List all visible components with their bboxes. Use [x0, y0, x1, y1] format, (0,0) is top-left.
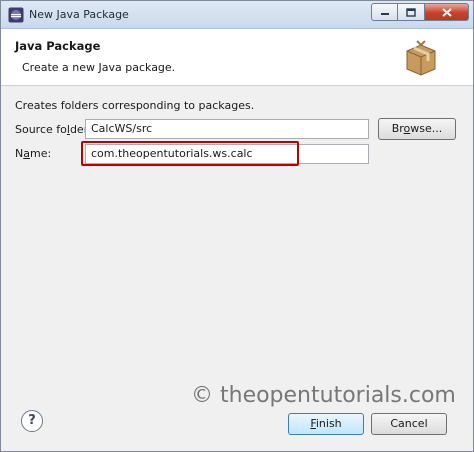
help-icon[interactable]: ?: [21, 410, 43, 432]
new-java-package-dialog: New Java Package Java Package Create a n…: [0, 0, 474, 452]
maximize-button[interactable]: [398, 3, 425, 21]
minimize-button[interactable]: [371, 3, 398, 21]
name-mnemonic: a: [23, 147, 30, 160]
wizard-header: Java Package Create a new Java package.: [1, 29, 473, 86]
title-bar[interactable]: New Java Package: [1, 1, 473, 29]
close-icon: [441, 7, 452, 17]
window-controls: [371, 3, 469, 21]
package-icon: [406, 40, 436, 76]
header-title: Java Package: [15, 39, 101, 53]
watermark: © theopentutorials.com: [191, 383, 456, 408]
source-folder-label-part: Source fo: [15, 123, 67, 136]
maximize-icon: [406, 7, 416, 17]
name-label-part: me:: [29, 147, 52, 160]
browse-label-part: wse...: [410, 122, 443, 135]
browse-button[interactable]: Browse...: [378, 118, 456, 140]
info-text: Creates folders corresponding to package…: [15, 99, 255, 112]
source-folder-field[interactable]: CalcWS/src: [85, 119, 369, 139]
name-field-highlight: [81, 141, 299, 166]
finish-label-part: inish: [315, 417, 342, 430]
window-title: New Java Package: [29, 8, 129, 21]
name-label: Name:: [15, 147, 51, 160]
header-description: Create a new Java package.: [22, 61, 176, 74]
finish-button[interactable]: Finish: [288, 413, 364, 435]
wizard-body: Creates folders corresponding to package…: [1, 87, 473, 387]
cancel-button[interactable]: Cancel: [371, 413, 447, 435]
minimize-icon: [380, 13, 389, 15]
eclipse-app-icon: [8, 7, 24, 23]
source-folder-label: Source folder:: [15, 123, 92, 136]
close-button[interactable]: [425, 3, 469, 21]
browse-label-part: Br: [391, 122, 404, 135]
name-label-part: N: [15, 147, 24, 160]
